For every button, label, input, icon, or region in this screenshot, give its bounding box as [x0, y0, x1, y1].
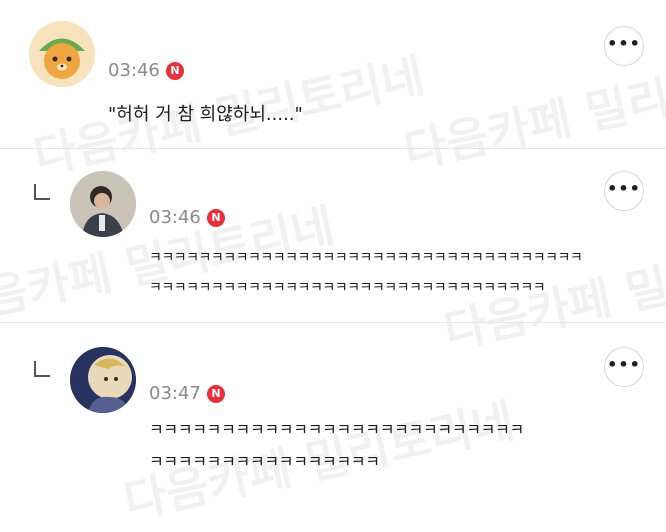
comment-time: 03:46 [149, 207, 201, 228]
illustration-avatar-icon [70, 347, 136, 413]
reply-arrow-icon [34, 361, 50, 377]
new-badge: N [207, 385, 225, 403]
reply-arrow-icon [34, 184, 50, 200]
comment-text-line: ㅋㅋㅋㅋㅋㅋㅋㅋㅋㅋㅋㅋㅋㅋㅋㅋ [149, 452, 380, 471]
comment-text-line: ㅋㅋㅋㅋㅋㅋㅋㅋㅋㅋㅋㅋㅋㅋㅋㅋㅋㅋㅋㅋㅋㅋㅋㅋㅋㅋㅋㅋㅋㅋㅋㅋ [149, 280, 546, 296]
more-options-button[interactable]: ••• [604, 347, 644, 387]
bear-character-icon [29, 21, 95, 87]
comment-text-line: ㅋㅋㅋㅋㅋㅋㅋㅋㅋㅋㅋㅋㅋㅋㅋㅋㅋㅋㅋㅋㅋㅋㅋㅋㅋㅋ [149, 420, 524, 439]
new-badge: N [166, 62, 184, 80]
comment-text-line: ㅋㅋㅋㅋㅋㅋㅋㅋㅋㅋㅋㅋㅋㅋㅋㅋㅋㅋㅋㅋㅋㅋㅋㅋㅋㅋㅋㅋㅋㅋㅋㅋㅋㅋㅋ [149, 250, 583, 266]
person-photo-icon [70, 171, 136, 237]
avatar[interactable] [70, 171, 136, 237]
comment-time: 03:47 [149, 383, 201, 404]
reply-comment-item: 03:46 N ••• ㅋㅋㅋㅋㅋㅋㅋㅋㅋㅋㅋㅋㅋㅋㅋㅋㅋㅋㅋㅋㅋㅋㅋㅋㅋㅋㅋㅋ… [0, 149, 666, 322]
avatar[interactable] [29, 21, 95, 87]
more-options-button[interactable]: ••• [604, 26, 644, 66]
reply-comment-item: 03:47 N ••• ㅋㅋㅋㅋㅋㅋㅋㅋㅋㅋㅋㅋㅋㅋㅋㅋㅋㅋㅋㅋㅋㅋㅋㅋㅋㅋ ㅋ… [0, 323, 666, 502]
avatar[interactable] [70, 347, 136, 413]
comment-text-line: "허허 거 참 희얂하뇌....." [108, 104, 303, 125]
new-badge: N [207, 209, 225, 227]
more-options-button[interactable]: ••• [604, 171, 644, 211]
comment-time: 03:46 [108, 60, 160, 81]
comment-item: 03:46 N ••• "허허 거 참 희얂하뇌....." [0, 0, 666, 148]
